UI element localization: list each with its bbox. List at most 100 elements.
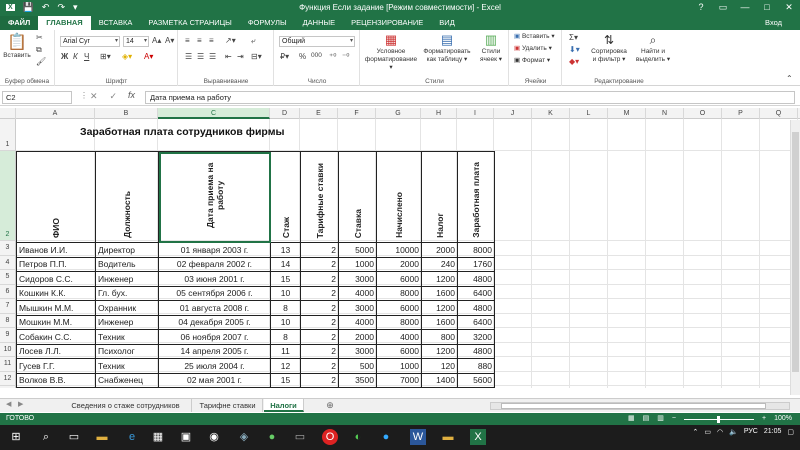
header-cell-6[interactable]: Начислено [376,151,422,243]
settings-app-icon[interactable]: ◉ [206,429,222,445]
confirm-entry-icon[interactable]: ✓ [110,91,118,102]
customize-qat-icon[interactable]: ▾ [73,2,78,13]
tab-6[interactable]: ВИД [431,16,462,30]
cell[interactable]: 500 [338,358,377,374]
align-top-icon[interactable]: ≡ [185,36,190,45]
cell[interactable]: 2000 [421,242,458,258]
volume-icon[interactable]: 🔈 [729,428,738,436]
row-header-9[interactable]: 9 [0,328,16,343]
input-language[interactable]: РУС [744,428,758,435]
column-header-c[interactable]: C [158,108,270,119]
align-center-icon[interactable]: ☰ [197,52,204,61]
cell[interactable]: 2 [300,285,339,301]
cell[interactable]: 2000 [338,329,377,345]
cell[interactable]: 15 [270,372,301,388]
format-as-table-button[interactable]: ▤ Форматировать как таблицу ▾ [421,32,473,64]
italic-button[interactable]: К [73,52,78,61]
cell[interactable]: 11 [270,343,301,359]
header-cell-5[interactable]: Ставка [338,151,377,243]
tab-2[interactable]: РАЗМЕТКА СТРАНИЦЫ [140,16,239,30]
next-sheet-icon[interactable]: ▶ [18,400,23,408]
tab-file[interactable]: ФАЙЛ [0,16,39,30]
name-box[interactable]: C2 [2,91,72,104]
cell[interactable]: 5600 [457,372,495,388]
fill-color-icon[interactable]: ◈▾ [122,52,132,61]
cut-icon[interactable]: ✂ [36,33,43,42]
percent-button[interactable]: % [299,52,306,61]
cell[interactable]: 05 сентября 2006 г. [158,285,271,301]
redo-icon[interactable]: ↷ [57,2,65,13]
cell[interactable]: 06 ноября 2007 г. [158,329,271,345]
copy-icon[interactable]: ⧉ [36,45,42,55]
conditional-formatting-button[interactable]: ▦ Условное форматирование ▾ [363,32,419,72]
cell[interactable]: 1400 [421,372,458,388]
row-header-1[interactable]: 1 [0,119,16,151]
cell[interactable]: 8000 [376,285,422,301]
find-select-button[interactable]: ⌕ Найти и выделить ▾ [633,32,673,64]
cell[interactable]: 240 [421,256,458,272]
row-header-11[interactable]: 11 [0,357,16,372]
cell[interactable]: 4000 [376,329,422,345]
cell[interactable]: Сидоров С.С. [16,271,96,287]
task-view-icon[interactable]: ▭ [66,429,82,445]
calculator-icon[interactable]: ▦ [150,429,166,445]
underline-button[interactable]: Ч [84,52,89,61]
cell[interactable]: 6400 [457,285,495,301]
cell[interactable]: 25 июля 2004 г. [158,358,271,374]
header-cell-1[interactable]: Должность [95,151,159,243]
collapse-ribbon-icon[interactable]: ⌃ [786,74,793,83]
cell[interactable]: Гусев Г.Г. [16,358,96,374]
cell[interactable]: 2 [300,314,339,330]
cell[interactable]: 2 [300,271,339,287]
cell[interactable]: 120 [421,358,458,374]
tray-overflow-icon[interactable]: ⌃ [692,428,698,436]
sheet-tab-2[interactable]: Налоги [264,399,304,412]
column-header-i[interactable]: I [457,108,494,119]
zoom-level[interactable]: 100% [774,413,792,425]
excel-app-icon[interactable]: X [470,429,486,445]
cell[interactable]: 10000 [376,242,422,258]
cell[interactable]: 03 июня 2001 г. [158,271,271,287]
file-explorer-icon[interactable]: ▬ [94,429,110,445]
orientation-icon[interactable]: ↗▾ [225,36,236,45]
cell[interactable]: Директор [95,242,159,258]
number-format-select[interactable]: Общий ▾ [279,36,355,47]
cell[interactable]: Мошкин М.М. [16,314,96,330]
column-header-d[interactable]: D [270,108,300,119]
cell[interactable]: 6000 [376,271,422,287]
cell[interactable]: 02 февраля 2002 г. [158,256,271,272]
login-link[interactable]: Вход [765,16,800,30]
tab-3[interactable]: ФОРМУЛЫ [240,16,295,30]
cell[interactable]: 8 [270,329,301,345]
cell[interactable]: 1200 [421,300,458,316]
row-header-6[interactable]: 6 [0,284,16,299]
cell[interactable]: 3000 [338,300,377,316]
font-color-icon[interactable]: A▾ [144,52,153,61]
cell[interactable]: 4800 [457,343,495,359]
cell[interactable]: Снабженец [95,372,159,388]
fill-icon[interactable]: ⬇▾ [569,45,580,54]
cell[interactable]: Инженер [95,314,159,330]
cell[interactable]: 14 [270,256,301,272]
merge-center-icon[interactable]: ⊟▾ [251,52,262,61]
network-app-icon[interactable]: ◈ [236,429,252,445]
sheet-tab-1[interactable]: Тарифне ставки [193,399,263,412]
cell[interactable]: 12 [270,358,301,374]
cell[interactable]: Гл. бух. [95,285,159,301]
cell[interactable]: 3000 [338,343,377,359]
cell[interactable]: 4000 [338,285,377,301]
column-header-a[interactable]: A [16,108,95,119]
zoom-slider[interactable] [684,415,754,423]
messenger-app-icon[interactable]: ● [264,429,280,445]
cell[interactable]: 2 [300,372,339,388]
font-size-select[interactable]: 14 ▾ [123,36,149,47]
zoom-app-icon[interactable]: ● [378,429,394,445]
cell[interactable]: 10 [270,314,301,330]
column-header-b[interactable]: B [95,108,158,119]
cell[interactable]: Лосев Л.Л. [16,343,96,359]
column-header-e[interactable]: E [300,108,338,119]
save-icon[interactable]: 💾 [23,2,34,13]
cell[interactable]: 2 [300,329,339,345]
cell[interactable]: Собакин С.С. [16,329,96,345]
column-header-m[interactable]: M [608,108,646,119]
